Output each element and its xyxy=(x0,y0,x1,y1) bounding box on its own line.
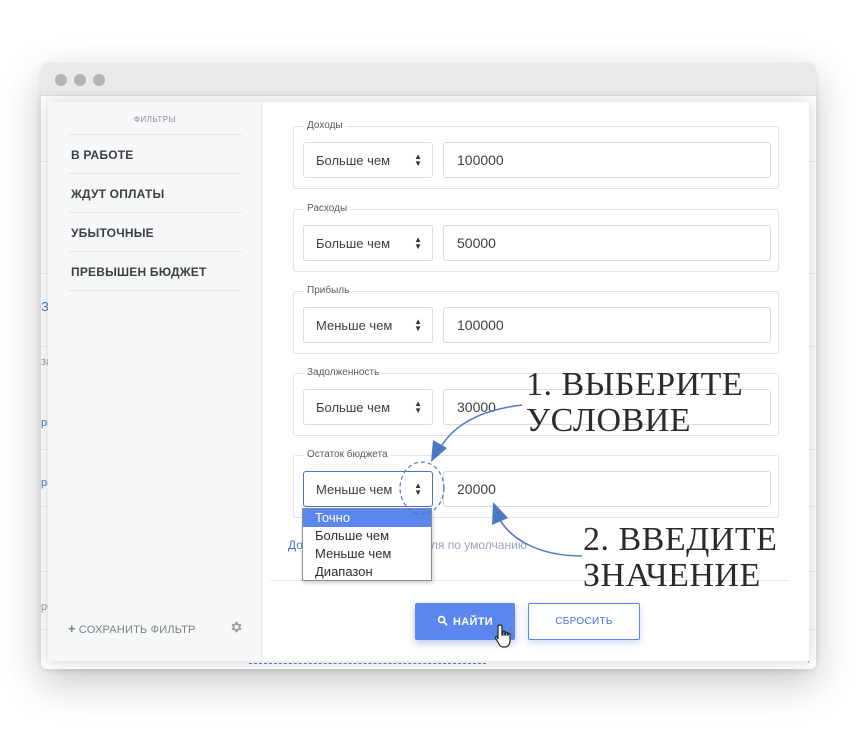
step2-line2: ЗНАЧЕНИЕ xyxy=(583,557,761,594)
step2-callout: 2. ВВЕДИТЕ ЗНАЧЕНИЕ xyxy=(583,522,777,594)
callout-arrowhead-1 xyxy=(431,440,447,462)
step1-line1: 1. ВЫБЕРИТЕ xyxy=(526,366,744,403)
step1-line2: УСЛОВИЕ xyxy=(526,402,692,439)
callout-arrow-1 xyxy=(441,404,523,446)
callout-arrowhead-2 xyxy=(492,502,508,525)
stage: Зо за ры ры ре 0.2 0.4 , ФИЛЬТРЫ В РАБОТ… xyxy=(0,0,857,730)
step2-line1: 2. ВВЕДИТЕ xyxy=(583,521,778,558)
highlight-circle xyxy=(399,461,445,515)
step1-callout: 1. ВЫБЕРИТЕ УСЛОВИЕ xyxy=(526,367,743,439)
annotation-overlay xyxy=(399,404,583,557)
callout-arrow-2 xyxy=(499,519,583,557)
hand-cursor-icon xyxy=(495,624,511,648)
